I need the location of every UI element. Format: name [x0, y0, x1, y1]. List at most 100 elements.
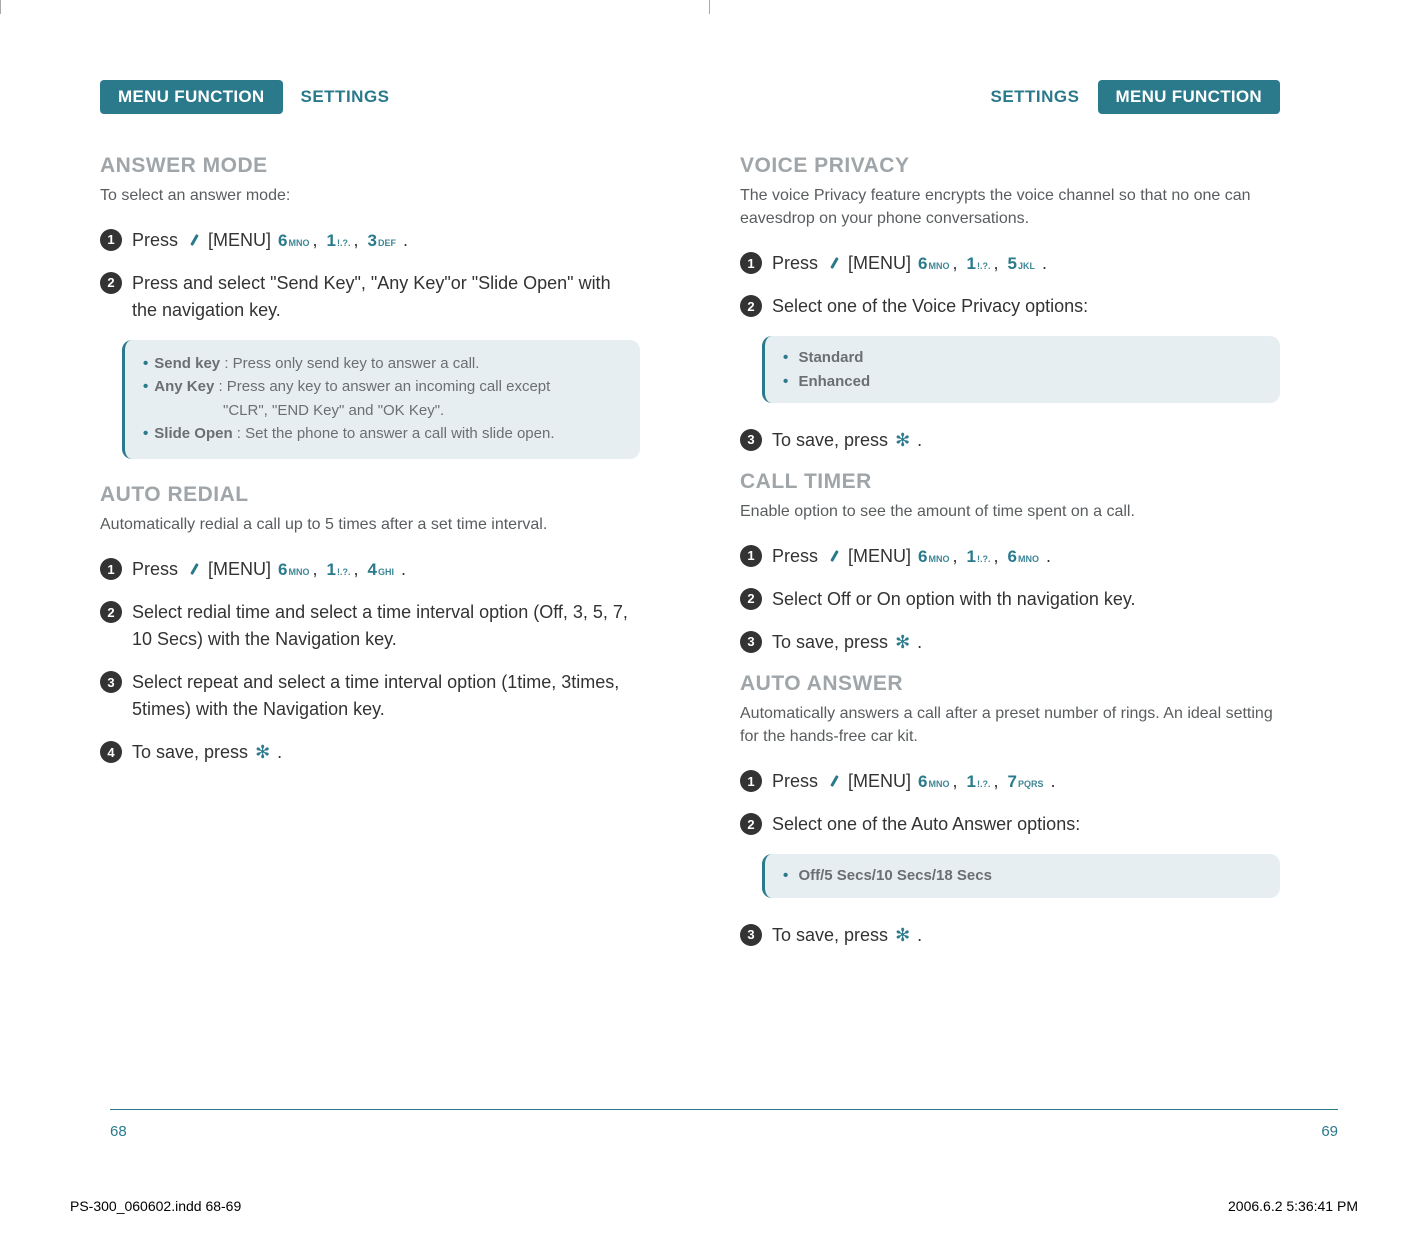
keypad-key-icon: 1!.?.: [967, 250, 999, 277]
note-box: • Off/5 Secs/10 Secs/18 Secs: [762, 854, 1280, 897]
step-number-icon: 1: [740, 545, 762, 567]
note-text: : Press only send key to answer a call.: [224, 355, 479, 372]
step-text: To save, press ✻ .: [132, 739, 640, 766]
step: 1 Press [MENU] 6MNO 1!.?. 6MNO .: [740, 543, 1280, 570]
text: .: [917, 430, 922, 450]
keypad-key-icon: 5JKL: [1008, 251, 1035, 277]
step-number-icon: 2: [740, 813, 762, 835]
keypad-key-icon: 1!.?.: [327, 227, 359, 254]
step-number-icon: 1: [100, 229, 122, 251]
note-text: "CLR", "END Key" and "OK Key".: [143, 399, 622, 422]
text: Press: [132, 230, 183, 250]
star-icon: ✻: [895, 922, 910, 949]
step: 4 To save, press ✻ .: [100, 739, 640, 766]
section-sub-auto-answer: Automatically answers a call after a pre…: [740, 702, 1280, 748]
pen-icon: [825, 549, 839, 563]
header-pill: MENU FUNCTION: [1098, 80, 1281, 114]
note-label: Any Key: [154, 378, 214, 395]
text: [MENU]: [848, 771, 916, 791]
step-text: Press [MENU] 6MNO 1!.?. 7PQRS .: [772, 768, 1280, 795]
section-title-auto-redial: AUTO REDIAL: [100, 483, 640, 507]
text: To save, press: [772, 430, 893, 450]
keypad-key-icon: 1!.?.: [327, 556, 359, 583]
star-icon: ✻: [255, 739, 270, 766]
note-label: Enhanced: [798, 373, 870, 390]
step-text: Press and select "Send Key", "Any Key"or…: [132, 270, 640, 324]
step: 2 Select one of the Auto Answer options:: [740, 811, 1280, 838]
step-text: Select repeat and select a time interval…: [132, 669, 640, 723]
step: 1 Press [MENU] 6MNO 1!.?. 7PQRS .: [740, 768, 1280, 795]
print-footer: PS-300_060602.indd 68-69 2006.6.2 5:36:4…: [70, 1198, 1358, 1214]
bullet-icon: •: [143, 352, 148, 375]
bullet-icon: •: [783, 867, 788, 884]
step-text: Select one of the Auto Answer options:: [772, 811, 1280, 838]
keypad-key-icon: 6MNO: [278, 227, 317, 254]
pen-icon: [185, 233, 199, 247]
page-number-right: 69: [1321, 1123, 1338, 1140]
text: .: [277, 742, 282, 762]
text: [MENU]: [848, 546, 916, 566]
step-number-icon: 2: [100, 272, 122, 294]
note-text: : Set the phone to answer a call with sl…: [237, 425, 555, 442]
bullet-icon: •: [783, 373, 788, 390]
text: .: [917, 925, 922, 945]
step: 3 To save, press ✻ .: [740, 427, 1280, 454]
step: 1 Press [MENU] 6MNO 1!.?. 4GHI .: [100, 556, 640, 583]
step-text: Press [MENU] 6MNO 1!.?. 5JKL .: [772, 250, 1280, 277]
pen-icon: [185, 562, 199, 576]
step: 2 Select Off or On option with th naviga…: [740, 586, 1280, 613]
bullet-icon: •: [143, 422, 148, 445]
section-title-voice-privacy: VOICE PRIVACY: [740, 154, 1280, 178]
step-text: Select one of the Voice Privacy options:: [772, 293, 1280, 320]
step-number-icon: 2: [100, 601, 122, 623]
note-label: Standard: [798, 349, 863, 366]
keypad-key-icon: 6MNO: [918, 768, 957, 795]
header-left: MENU FUNCTION SETTINGS: [100, 80, 580, 114]
note-label: Off/5 Secs/10 Secs/18 Secs: [798, 867, 991, 884]
pen-icon: [825, 774, 839, 788]
step: 1 Press [MENU] 6MNO 1!.?. 3DEF .: [100, 227, 640, 254]
keypad-key-icon: 1!.?.: [967, 768, 999, 795]
step: 3 To save, press ✻ .: [740, 629, 1280, 656]
step-number-icon: 2: [740, 588, 762, 610]
keypad-key-icon: 7PQRS: [1008, 769, 1044, 795]
star-icon: ✻: [895, 427, 910, 454]
step: 3 Select repeat and select a time interv…: [100, 669, 640, 723]
step-number-icon: 2: [740, 295, 762, 317]
keypad-key-icon: 6MNO: [1008, 544, 1039, 570]
section-title-answer-mode: ANSWER MODE: [100, 154, 640, 178]
step-number-icon: 1: [740, 252, 762, 274]
section-sub-auto-redial: Automatically redial a call up to 5 time…: [100, 513, 640, 536]
section-sub-call-timer: Enable option to see the amount of time …: [740, 500, 1280, 523]
keypad-key-icon: 4GHI: [368, 557, 394, 583]
text: [MENU]: [848, 253, 916, 273]
step-text: To save, press ✻ .: [772, 629, 1280, 656]
footer-file: PS-300_060602.indd 68-69: [70, 1198, 241, 1214]
footer-rule: [110, 1109, 1338, 1110]
step-text: To save, press ✻ .: [772, 427, 1280, 454]
keypad-key-icon: 6MNO: [918, 543, 957, 570]
step-text: Press [MENU] 6MNO 1!.?. 4GHI .: [132, 556, 640, 583]
step-text: Press [MENU] 6MNO 1!.?. 3DEF .: [132, 227, 640, 254]
page-number-left: 68: [110, 1123, 127, 1140]
step-number-icon: 1: [100, 558, 122, 580]
note-text: : Press any key to answer an incoming ca…: [218, 378, 550, 395]
text: .: [1042, 253, 1047, 273]
step-text: Select Off or On option with th navigati…: [772, 586, 1280, 613]
page-left: MENU FUNCTION SETTINGS ANSWER MODE To se…: [100, 80, 640, 965]
text: Press: [132, 559, 183, 579]
keypad-key-icon: 1!.?.: [967, 543, 999, 570]
step: 2 Select one of the Voice Privacy option…: [740, 293, 1280, 320]
step: 2 Press and select "Send Key", "Any Key"…: [100, 270, 640, 324]
step-number-icon: 4: [100, 741, 122, 763]
text: Press: [772, 546, 823, 566]
step: 1 Press [MENU] 6MNO 1!.?. 5JKL .: [740, 250, 1280, 277]
text: To save, press: [132, 742, 253, 762]
star-icon: ✻: [895, 629, 910, 656]
section-sub-answer-mode: To select an answer mode:: [100, 184, 640, 207]
note-box: • Standard • Enhanced: [762, 336, 1280, 403]
step-text: Press [MENU] 6MNO 1!.?. 6MNO .: [772, 543, 1280, 570]
text: To save, press: [772, 632, 893, 652]
crop-marks: [0, 0, 1418, 20]
header-right: SETTINGS MENU FUNCTION: [800, 80, 1280, 114]
